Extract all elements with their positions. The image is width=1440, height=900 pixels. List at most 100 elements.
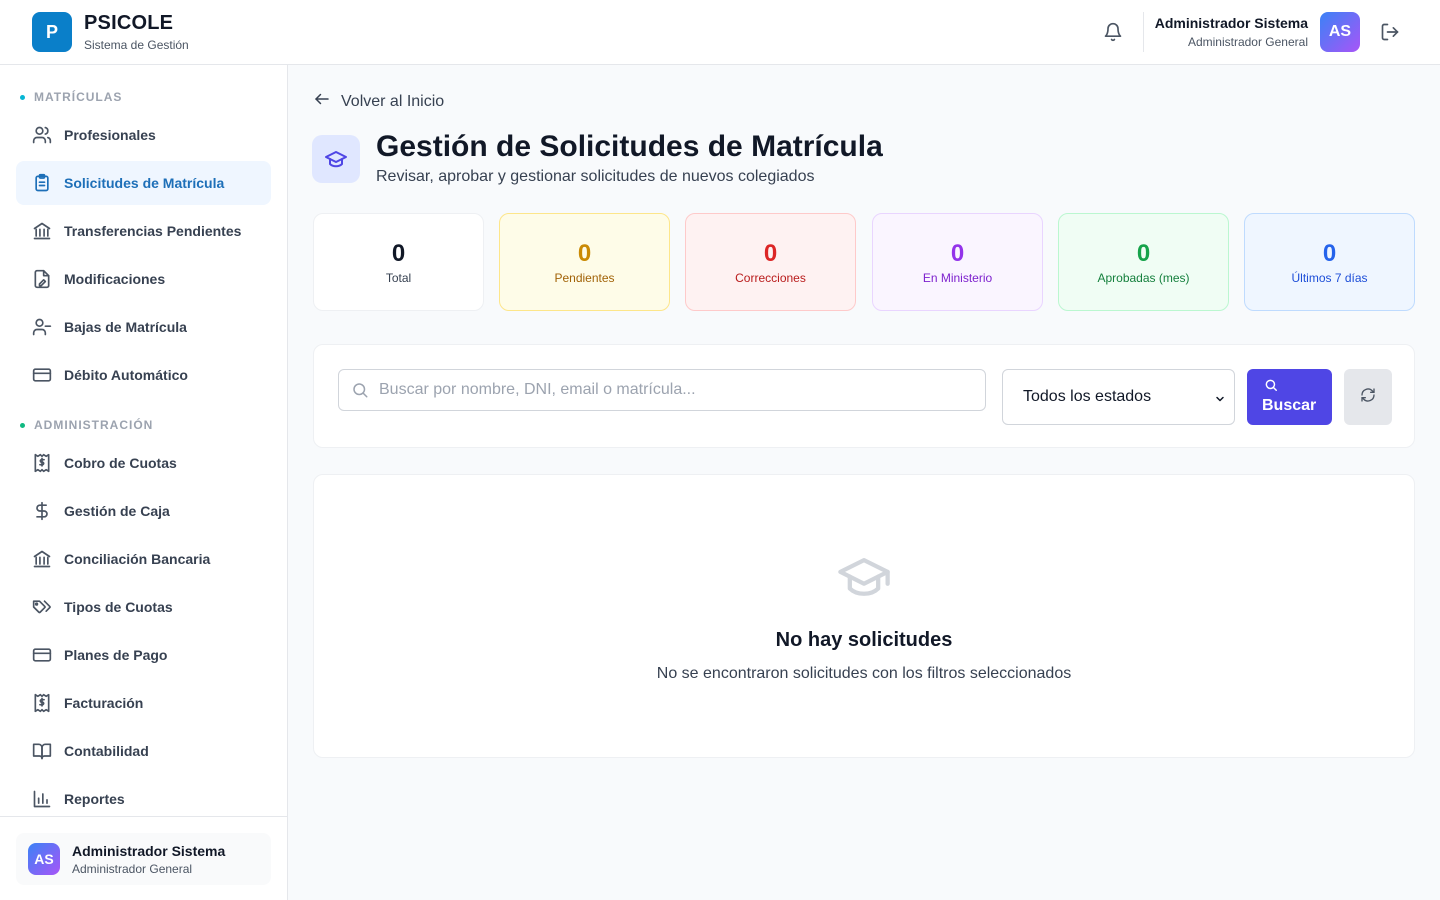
users-icon — [32, 125, 52, 145]
file-edit-icon — [32, 269, 52, 289]
refresh-button[interactable] — [1344, 369, 1392, 425]
empty-state-title: No hay solicitudes — [775, 629, 953, 651]
stat-value: 0 — [577, 240, 592, 267]
header-user-role: Administrador General — [1187, 35, 1308, 49]
search-icon — [1264, 378, 1278, 397]
section-label-text: ADMINISTRACIÓN — [34, 418, 154, 432]
sidebar-item-conciliacion[interactable]: Conciliación Bancaria — [16, 537, 271, 581]
status-select[interactable]: Todos los estados — [1002, 369, 1235, 425]
sidebar-item-reportes[interactable]: Reportes — [16, 777, 271, 821]
section-dot — [20, 422, 25, 428]
sidebar-item-label: Facturación — [64, 695, 144, 711]
tags-icon — [32, 597, 52, 617]
page-title: Gestión de Solicitudes de Matrícula — [376, 130, 883, 163]
stat-label: Total — [385, 271, 412, 285]
stat-value: 0 — [1322, 240, 1337, 267]
avatar[interactable]: AS — [1320, 12, 1360, 52]
header-divider — [1143, 12, 1144, 52]
back-link-label: Volver al Inicio — [341, 92, 445, 110]
stat-label: En Ministerio — [922, 271, 993, 285]
sidebar-item-planes-pago[interactable]: Planes de Pago — [16, 633, 271, 677]
sidebar-item-label: Débito Automático — [64, 367, 188, 383]
app-logo[interactable]: P — [32, 12, 72, 52]
credit-card-icon — [32, 645, 52, 665]
sidebar-item-solicitudes[interactable]: Solicitudes de Matrícula — [16, 161, 271, 205]
bank-icon — [32, 221, 52, 241]
page-subtitle: Revisar, aprobar y gestionar solicitudes… — [376, 168, 815, 185]
avatar: AS — [28, 843, 60, 875]
sidebar-item-label: Tipos de Cuotas — [64, 599, 173, 615]
sidebar: MATRÍCULAS Profesionales Solicitudes de … — [0, 65, 288, 900]
empty-state-subtitle: No se encontraron solicitudes con los fi… — [656, 665, 1072, 682]
graduation-cap-icon — [834, 553, 894, 610]
sidebar-item-profesionales[interactable]: Profesionales — [16, 113, 271, 157]
section-dot — [20, 94, 25, 100]
book-open-icon — [32, 741, 52, 761]
search-icon — [351, 381, 369, 404]
search-field[interactable] — [338, 369, 986, 411]
sidebar-item-label: Bajas de Matrícula — [64, 319, 187, 335]
sidebar-item-label: Planes de Pago — [64, 647, 168, 663]
sidebar-item-label: Contabilidad — [64, 743, 149, 759]
stat-card-total: 0 Total — [313, 213, 484, 311]
search-input[interactable] — [379, 370, 979, 410]
sidebar-item-label: Conciliación Bancaria — [64, 551, 211, 567]
stat-value: 0 — [950, 240, 965, 267]
section-label-administracion: ADMINISTRACIÓN — [20, 418, 153, 432]
stat-value: 0 — [391, 240, 406, 267]
sidebar-item-transferencias[interactable]: Transferencias Pendientes — [16, 209, 271, 253]
stat-label: Aprobadas (mes) — [1097, 271, 1190, 285]
status-select-value: Todos los estados — [1023, 388, 1152, 405]
arrow-left-icon — [313, 90, 331, 113]
user-card[interactable]: AS Administrador Sistema Administrador G… — [16, 833, 271, 885]
sidebar-item-modificaciones[interactable]: Modificaciones — [16, 257, 271, 301]
stat-card-pendientes: 0 Pendientes — [499, 213, 670, 311]
sidebar-item-cobro-cuotas[interactable]: Cobro de Cuotas — [16, 441, 271, 485]
section-label-text: MATRÍCULAS — [34, 90, 123, 104]
header-user-name: Administrador Sistema — [1154, 15, 1308, 31]
sidebar-item-tipos-cuotas[interactable]: Tipos de Cuotas — [16, 585, 271, 629]
stat-value: 0 — [763, 240, 778, 267]
bar-chart-icon — [32, 789, 52, 809]
empty-state-card: No hay solicitudes No se encontraron sol… — [313, 474, 1415, 758]
dollar-icon — [32, 501, 52, 521]
search-button-label: Buscar — [1262, 397, 1317, 414]
user-minus-icon — [32, 317, 52, 337]
stat-card-aprobadas: 0 Aprobadas (mes) — [1058, 213, 1229, 311]
sidebar-item-debito[interactable]: Débito Automático — [16, 353, 271, 397]
sidebar-item-label: Gestión de Caja — [64, 503, 170, 519]
search-button[interactable]: Buscar — [1247, 369, 1332, 425]
sidebar-item-label: Modificaciones — [64, 271, 166, 287]
receipt-dollar-icon — [32, 693, 52, 713]
brand-subtitle: Sistema de Gestión — [84, 38, 189, 52]
bell-icon[interactable] — [1101, 20, 1125, 44]
top-bar: P PSICOLE Sistema de Gestión Administrad… — [0, 0, 1440, 65]
clipboard-list-icon — [32, 173, 52, 193]
sidebar-footer: AS Administrador Sistema Administrador G… — [0, 816, 287, 900]
sidebar-item-bajas[interactable]: Bajas de Matrícula — [16, 305, 271, 349]
user-card-role: Administrador General — [72, 862, 193, 876]
sidebar-item-label: Transferencias Pendientes — [64, 223, 242, 239]
sidebar-item-caja[interactable]: Gestión de Caja — [16, 489, 271, 533]
stat-value: 0 — [1136, 240, 1151, 267]
bank-icon — [32, 549, 52, 569]
stat-card-ministerio: 0 En Ministerio — [872, 213, 1043, 311]
sidebar-item-facturacion[interactable]: Facturación — [16, 681, 271, 725]
stat-card-ultimos: 0 Últimos 7 días — [1244, 213, 1415, 311]
stat-label: Pendientes — [554, 271, 615, 285]
logout-icon[interactable] — [1378, 20, 1402, 44]
sidebar-item-label: Cobro de Cuotas — [64, 455, 177, 471]
sidebar-item-label: Solicitudes de Matrícula — [64, 175, 225, 191]
graduation-cap-icon — [312, 135, 360, 183]
sidebar-item-label: Profesionales — [64, 127, 156, 143]
stat-label: Últimos 7 días — [1291, 271, 1368, 285]
brand-name: PSICOLE — [84, 12, 174, 34]
receipt-dollar-icon — [32, 453, 52, 473]
sidebar-item-label: Reportes — [64, 791, 125, 807]
stat-label: Correcciones — [735, 271, 806, 285]
sidebar-item-contabilidad[interactable]: Contabilidad — [16, 729, 271, 773]
section-label-matriculas: MATRÍCULAS — [20, 90, 122, 104]
back-link[interactable]: Volver al Inicio — [313, 90, 444, 113]
refresh-icon — [1360, 387, 1376, 408]
filter-card: Todos los estados Buscar — [313, 344, 1415, 448]
